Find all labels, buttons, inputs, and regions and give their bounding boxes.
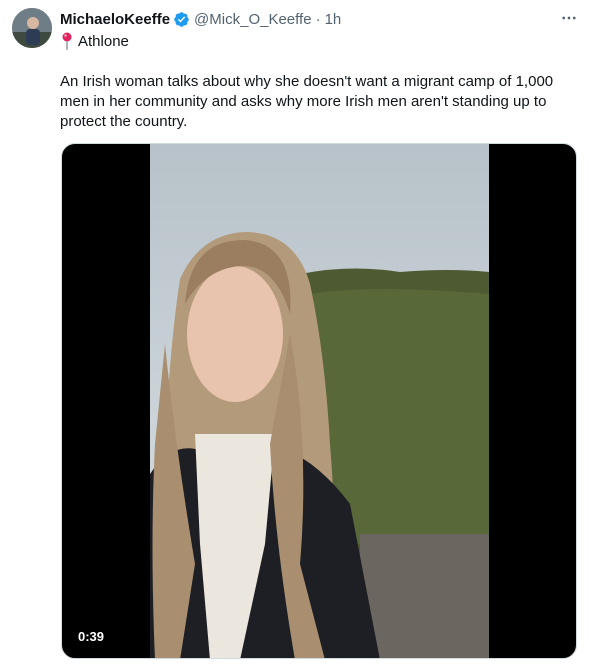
tweet-header: MichaeloKeeffe @Mick_O_Keeffe · 1h <box>60 9 341 29</box>
location-line: Athlone <box>60 31 129 51</box>
video-player[interactable]: 0:39 <box>61 143 577 659</box>
user-handle[interactable]: @Mick_O_Keeffe <box>194 11 312 28</box>
tweet-text: An Irish woman talks about why she doesn… <box>60 73 554 130</box>
video-frame[interactable] <box>150 144 489 658</box>
separator-dot: · <box>315 10 321 28</box>
display-name[interactable]: MichaeloKeeffe <box>60 11 170 28</box>
video-duration: 0:39 <box>72 627 111 646</box>
tweet-timestamp[interactable]: 1h <box>325 11 342 28</box>
avatar[interactable] <box>12 8 52 48</box>
more-options-icon[interactable] <box>557 6 581 30</box>
verified-badge-icon <box>173 11 190 28</box>
location-pin-icon <box>60 31 74 51</box>
location-text: Athlone <box>78 32 129 50</box>
